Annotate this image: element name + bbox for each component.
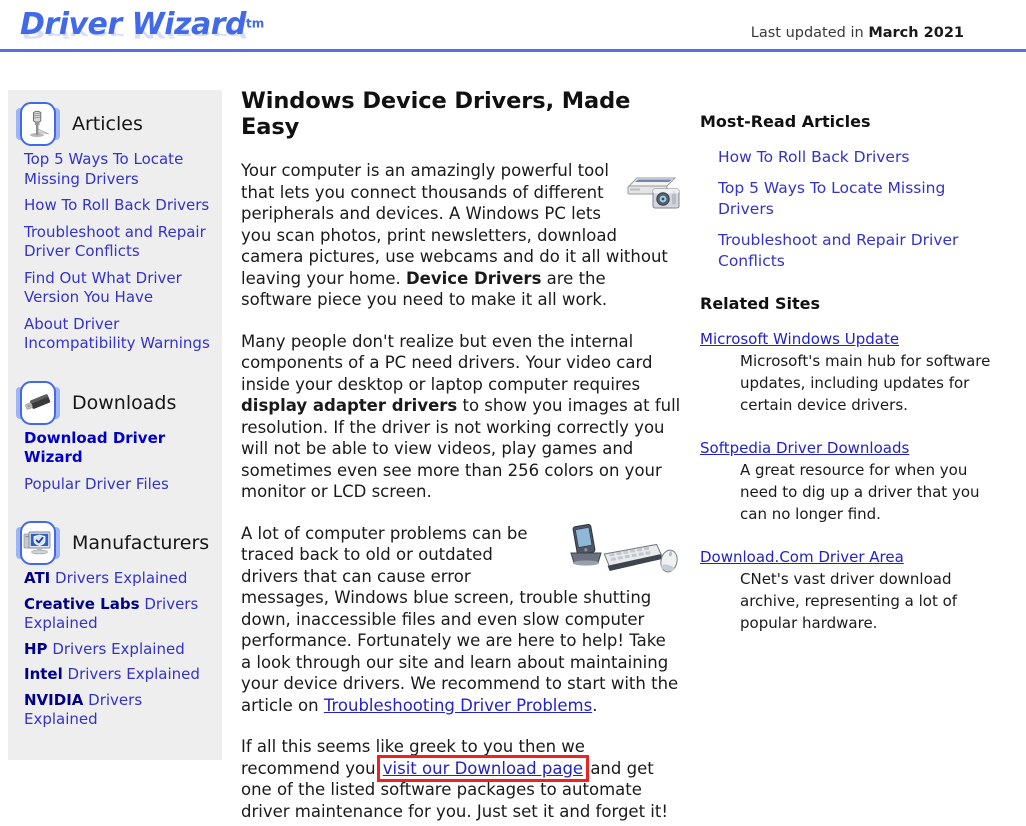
- pda-keyboard-mouse-image: [561, 523, 681, 581]
- manufacturer-suffix: Drivers Explained: [47, 639, 185, 658]
- most-read-heading: Most-Read Articles: [700, 112, 871, 131]
- sidebar-links-manufacturers: ATI Drivers Explained Creative Labs Driv…: [8, 569, 222, 750]
- related-site-download-com-driver-area: Download.Com Driver Area CNet's vast dri…: [700, 547, 1000, 634]
- scanner-camera-image: [623, 160, 681, 212]
- sidebar-link-top-5-ways[interactable]: Top 5 Ways To Locate Missing Drivers: [24, 150, 212, 189]
- computer-shield-icon-frame: [20, 521, 56, 565]
- related-site-description: CNet's vast driver download archive, rep…: [740, 570, 958, 632]
- last-updated-date: March 2021: [868, 25, 964, 41]
- microphone-icon: [16, 102, 60, 146]
- manufacturer-name: NVIDIA: [24, 690, 84, 709]
- article-paragraph-2-text-a: Many people don't realize but even the i…: [241, 331, 653, 394]
- right-column: Most-Read Articles How To Roll Back Driv…: [700, 112, 1000, 656]
- sidebar-section-articles: Articles: [8, 96, 222, 150]
- most-read-link-roll-back-drivers[interactable]: How To Roll Back Drivers: [718, 147, 1000, 168]
- related-site-link[interactable]: Microsoft Windows Update: [700, 329, 1000, 349]
- manufacturer-name: ATI: [24, 569, 51, 587]
- article-paragraph-4: If all this seems like greek to you then…: [241, 736, 681, 822]
- sidebar-links-downloads: Download Driver Wizard Popular Driver Fi…: [8, 429, 222, 516]
- most-read-link-troubleshoot-conflicts[interactable]: Troubleshoot and Repair Driver Conflicts: [718, 230, 1000, 272]
- link-visit-download-page[interactable]: visit our Download page: [376, 754, 590, 782]
- site-logo[interactable]: Driver Wizardtm: [20, 8, 264, 48]
- sidebar-link-roll-back-drivers[interactable]: How To Roll Back Drivers: [24, 196, 212, 216]
- article-paragraph-1: Your computer is an amazingly powerful t…: [241, 160, 681, 311]
- sidebar-section-downloads: Downloads: [8, 375, 222, 429]
- related-sites-heading: Related Sites: [700, 294, 821, 313]
- link-troubleshooting-driver-problems[interactable]: Troubleshooting Driver Problems: [324, 696, 592, 715]
- related-site-link[interactable]: Softpedia Driver Downloads: [700, 438, 1000, 458]
- sidebar: Articles Top 5 Ways To Locate Missing Dr…: [8, 90, 222, 760]
- article-paragraph-3-text-b: .: [592, 695, 598, 715]
- sidebar-link-intel-drivers[interactable]: Intel Drivers Explained: [24, 665, 212, 685]
- manufacturer-name: HP: [24, 639, 48, 658]
- manufacturer-name: Intel: [24, 665, 63, 683]
- article-paragraph-2: Many people don't realize but even the i…: [241, 331, 681, 503]
- most-read-link-top-5-ways[interactable]: Top 5 Ways To Locate Missing Drivers: [718, 178, 1000, 220]
- computer-shield-icon: [16, 521, 60, 565]
- page-root: Driver Wizard Driver Wizardtm Last updat…: [0, 0, 1026, 826]
- related-site-link[interactable]: Download.Com Driver Area: [700, 547, 1000, 567]
- sidebar-link-hp-drivers[interactable]: HP Drivers Explained: [24, 640, 212, 660]
- last-updated-prefix: Last updated in: [750, 25, 869, 41]
- related-site-description: A great resource for when you need to di…: [740, 461, 980, 523]
- sidebar-section-title: Manufacturers: [72, 532, 210, 554]
- sidebar-links-articles: Top 5 Ways To Locate Missing Drivers How…: [8, 150, 222, 375]
- sidebar-link-nvidia-drivers[interactable]: NVIDIA Drivers Explained: [24, 691, 212, 730]
- sidebar-link-driver-version[interactable]: Find Out What Driver Version You Have: [24, 269, 212, 308]
- sidebar-link-ati-drivers[interactable]: ATI Drivers Explained: [24, 569, 212, 589]
- article-paragraph-3: A lot of computer problems can be traced…: [241, 523, 681, 717]
- sidebar-link-creative-labs-drivers[interactable]: Creative Labs Drivers Explained: [24, 595, 212, 634]
- site-header: Driver Wizard Driver Wizardtm Last updat…: [0, 0, 1026, 52]
- last-updated-label: Last updated in March 2021: [751, 25, 964, 41]
- usb-flash-drive-icon: [16, 380, 60, 425]
- page-title: Windows Device Drivers, Made Easy: [241, 88, 631, 140]
- logo-wordmark: Driver Wizard: [20, 7, 246, 42]
- manufacturer-suffix: Drivers Explained: [50, 569, 188, 587]
- related-site-softpedia-driver-downloads: Softpedia Driver Downloads A great resou…: [700, 438, 1000, 525]
- trademark-mark: tm: [245, 16, 265, 31]
- microphone-icon-frame: [20, 102, 56, 146]
- sidebar-link-download-driver-wizard[interactable]: Download Driver Wizard: [24, 429, 212, 468]
- article-main: Windows Device Drivers, Made Easy Your c…: [241, 88, 681, 826]
- sidebar-section-title: Articles: [72, 113, 143, 135]
- sidebar-link-incompatibility-warnings[interactable]: About Driver Incompatibility Warnings: [24, 315, 212, 354]
- sidebar-section-title: Downloads: [72, 391, 177, 414]
- manufacturer-suffix: Drivers Explained: [62, 665, 200, 683]
- article-paragraph-1-bold: Device Drivers: [405, 268, 542, 288]
- sidebar-link-popular-driver-files[interactable]: Popular Driver Files: [24, 475, 212, 495]
- header-divider: [0, 49, 1026, 52]
- related-site-microsoft-windows-update: Microsoft Windows Update Microsoft's mai…: [700, 329, 1000, 416]
- usb-flash-drive-icon-frame: [20, 380, 56, 425]
- sidebar-link-troubleshoot-conflicts[interactable]: Troubleshoot and Repair Driver Conflicts: [24, 223, 212, 262]
- sidebar-section-manufacturers: Manufacturers: [8, 515, 222, 569]
- manufacturer-name: Creative Labs: [24, 594, 140, 613]
- related-site-description: Microsoft's main hub for software update…: [740, 352, 991, 414]
- article-paragraph-2-bold: display adapter drivers: [241, 396, 458, 415]
